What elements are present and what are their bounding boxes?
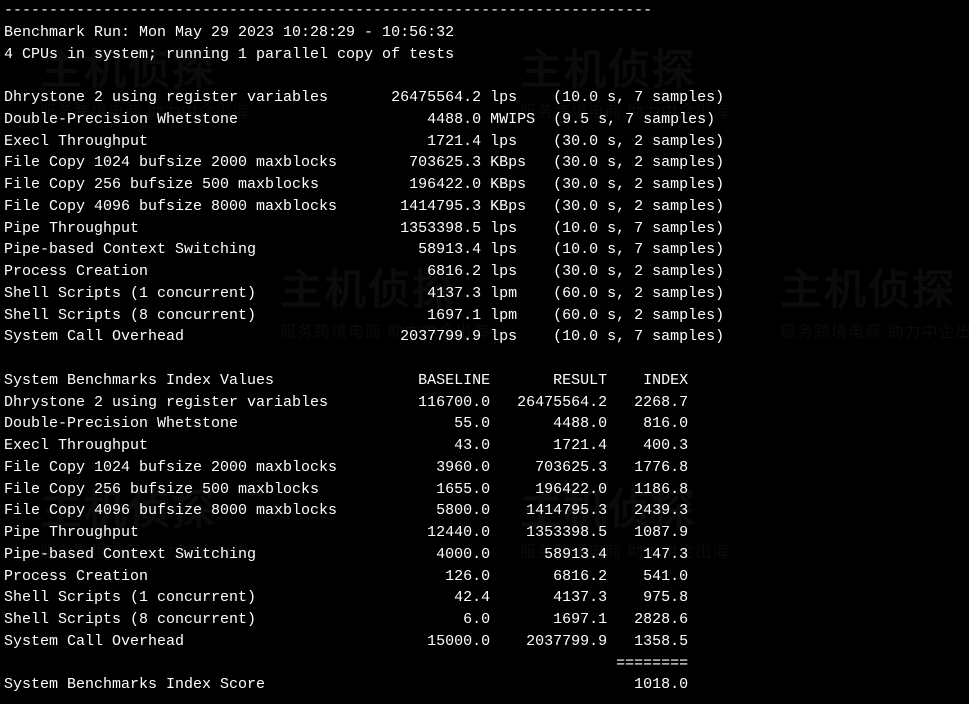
- terminal-output[interactable]: ----------------------------------------…: [4, 0, 965, 696]
- terminal-window: 主机侦探 服务跨境电商 助力中企出海 主机侦探 服务跨境电商 助力中企出海 主机…: [0, 0, 969, 704]
